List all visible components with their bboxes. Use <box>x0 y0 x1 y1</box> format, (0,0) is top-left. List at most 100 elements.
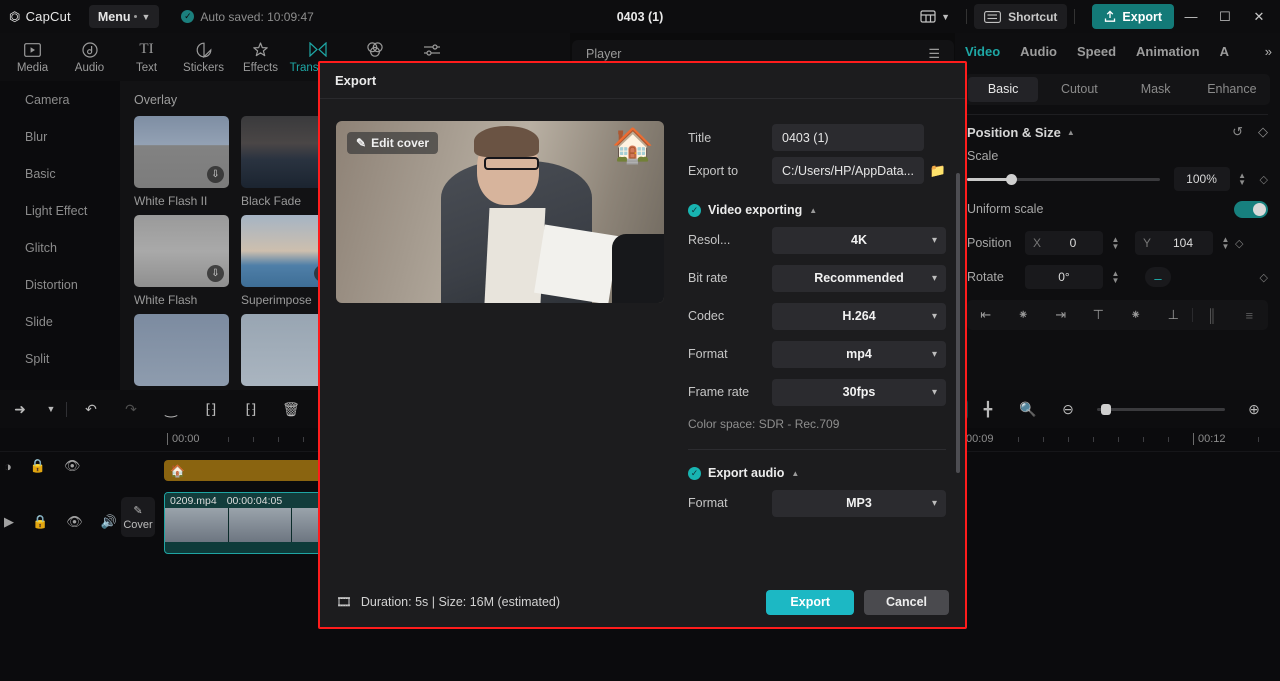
subtab-mask[interactable]: Mask <box>1121 77 1191 102</box>
rotate-dial-icon[interactable]: ⚊ <box>1145 267 1171 287</box>
sidebar-item-glitch[interactable]: Glitch <box>0 229 120 266</box>
framerate-select[interactable]: 30fps ▾ <box>772 379 946 406</box>
effect-thumbnail[interactable] <box>134 314 229 386</box>
tab-audio[interactable]: Audio <box>1020 44 1057 59</box>
cursor-dropdown-icon[interactable]: ▼ <box>40 404 62 414</box>
resolution-select[interactable]: 4K ▾ <box>772 227 946 254</box>
subtab-basic[interactable]: Basic <box>968 77 1038 102</box>
timeline-zoom-slider[interactable] <box>1097 408 1225 411</box>
hamburger-icon[interactable]: ☰ <box>928 46 940 62</box>
align-bottom-icon[interactable]: ⊥ <box>1155 307 1193 323</box>
rotate-field[interactable]: 0° <box>1025 265 1103 289</box>
menu-button[interactable]: Menu ▼ <box>89 5 160 28</box>
sidebar-item-basic[interactable]: Basic <box>0 155 120 192</box>
position-x-field[interactable]: X 0 <box>1025 231 1103 255</box>
scale-slider[interactable] <box>967 178 1160 181</box>
chevron-up-icon[interactable]: ▲ <box>791 469 799 478</box>
split-icon[interactable]: ‿ <box>151 401 191 418</box>
download-icon[interactable]: ⇩ <box>207 265 224 282</box>
chevron-up-icon[interactable]: ▲ <box>1067 128 1075 137</box>
sidebar-item-distortion[interactable]: Distortion <box>0 266 120 303</box>
cover-button[interactable]: ✎ Cover <box>121 497 155 537</box>
audio-format-select[interactable]: MP3 ▾ <box>772 490 946 517</box>
video-track-icon[interactable]: ▶ <box>4 514 14 530</box>
sidebar-item-blur[interactable]: Blur <box>0 118 120 155</box>
sidebar-item-camera[interactable]: Camera <box>0 81 120 118</box>
zoom-in-icon[interactable]: ⊕ <box>1234 401 1274 418</box>
title-input[interactable]: 0403 (1) <box>772 124 924 151</box>
sidebar-item-split[interactable]: Split <box>0 340 120 377</box>
distribute-vertical-icon[interactable]: ≡ <box>1231 308 1269 323</box>
trim-left-icon[interactable]: ⁅⁆ <box>191 401 231 418</box>
position-x-stepper[interactable]: ▲▼ <box>1108 236 1123 250</box>
sidebar-item-light-effect[interactable]: Light Effect <box>0 192 120 229</box>
export-audio-checkbox[interactable]: ✓ <box>688 467 701 480</box>
keyframe-diamond-icon[interactable]: ◇ <box>1260 173 1268 186</box>
effect-card[interactable] <box>134 314 229 386</box>
eye-icon[interactable]: 👁 <box>66 514 83 530</box>
delete-icon[interactable]: 🗑 <box>271 401 311 418</box>
mirror-icon[interactable]: ╋ <box>968 401 1008 418</box>
export-path-input[interactable]: C:/Users/HP/AppData... <box>772 157 924 184</box>
chevron-up-icon[interactable]: ▲ <box>809 206 817 215</box>
align-center-horizontal-icon[interactable]: ⁕ <box>1005 307 1043 323</box>
tab-effects[interactable]: Effects <box>232 41 289 74</box>
minimize-button[interactable]: — <box>1174 0 1208 33</box>
maximize-button[interactable]: ☐ <box>1208 0 1242 33</box>
chevron-double-right-icon[interactable]: » <box>1265 44 1280 59</box>
dialog-scrollbar[interactable] <box>956 173 960 473</box>
lock-icon[interactable]: 🔒 <box>30 458 46 474</box>
select-cursor-icon[interactable]: ➜ <box>0 401 40 418</box>
tab-media[interactable]: Media <box>4 41 61 74</box>
export-button-titlebar[interactable]: Export <box>1092 4 1174 29</box>
video-exporting-checkbox[interactable]: ✓ <box>688 204 701 217</box>
format-select[interactable]: mp4 ▾ <box>772 341 946 368</box>
undo-icon[interactable]: ↶ <box>71 401 111 418</box>
tab-speed[interactable]: Speed <box>1077 44 1116 59</box>
effect-card[interactable]: ⇩ White Flash <box>134 215 229 307</box>
rotate-stepper[interactable]: ▲▼ <box>1108 270 1123 284</box>
subtab-cutout[interactable]: Cutout <box>1044 77 1114 102</box>
scale-stepper[interactable]: ▲▼ <box>1235 172 1250 186</box>
eye-icon[interactable]: 👁 <box>64 458 81 474</box>
align-middle-vertical-icon[interactable]: ⁕ <box>1117 307 1155 323</box>
slider-handle[interactable] <box>1006 174 1017 185</box>
volume-icon[interactable]: 🔊 <box>101 514 117 530</box>
sidebar-item-mask[interactable]: Mask <box>0 377 120 390</box>
effects-category-sidebar[interactable]: Camera Blur Basic Light Effect Glitch Di… <box>0 81 120 390</box>
edit-cover-button[interactable]: ✎ Edit cover <box>347 132 438 154</box>
zoom-out-icon[interactable]: ⊖ <box>1048 401 1088 418</box>
opacity-icon[interactable]: ◑ <box>4 459 12 474</box>
redo-icon[interactable]: ↷ <box>111 401 151 418</box>
effect-thumbnail[interactable]: ⇩ <box>134 116 229 188</box>
effect-card[interactable]: ⇩ White Flash II <box>134 116 229 208</box>
lock-icon[interactable]: 🔒 <box>32 514 48 530</box>
preview-ruler-icon[interactable]: 🔍 <box>1008 401 1048 418</box>
keyframe-diamond-icon[interactable]: ◇ <box>1260 271 1268 284</box>
reset-icon[interactable]: ↺ <box>1232 124 1243 140</box>
tab-adjustment-partial[interactable]: A <box>1220 44 1229 59</box>
shortcut-button[interactable]: Shortcut <box>974 4 1067 29</box>
export-confirm-button[interactable]: Export <box>766 590 854 615</box>
effect-thumbnail[interactable]: ⇩ <box>134 215 229 287</box>
trim-right-icon[interactable]: ⁅⁆ <box>231 401 271 418</box>
scale-value[interactable]: 100% <box>1174 167 1230 191</box>
align-left-icon[interactable]: ⇤ <box>967 307 1005 323</box>
folder-icon[interactable]: 📁 <box>924 163 946 179</box>
tab-audio[interactable]: Audio <box>61 41 118 74</box>
distribute-horizontal-icon[interactable]: ║ <box>1193 308 1231 323</box>
layout-button[interactable]: ▼ <box>911 5 959 29</box>
bitrate-select[interactable]: Recommended ▾ <box>772 265 946 292</box>
keyframe-diamond-icon[interactable]: ◇ <box>1258 124 1268 140</box>
position-y-stepper[interactable]: ▲▼ <box>1218 236 1233 250</box>
tab-video[interactable]: Video <box>965 44 1000 59</box>
align-top-icon[interactable]: ⊤ <box>1080 307 1118 323</box>
cancel-button[interactable]: Cancel <box>864 590 949 615</box>
sidebar-item-slide[interactable]: Slide <box>0 303 120 340</box>
position-y-field[interactable]: Y 104 <box>1135 231 1213 255</box>
tab-stickers[interactable]: Stickers <box>175 41 232 74</box>
keyframe-diamond-icon[interactable]: ◇ <box>1235 237 1243 250</box>
close-button[interactable]: ✕ <box>1242 0 1276 33</box>
tab-text[interactable]: TI Text <box>118 41 175 74</box>
download-icon[interactable]: ⇩ <box>207 166 224 183</box>
